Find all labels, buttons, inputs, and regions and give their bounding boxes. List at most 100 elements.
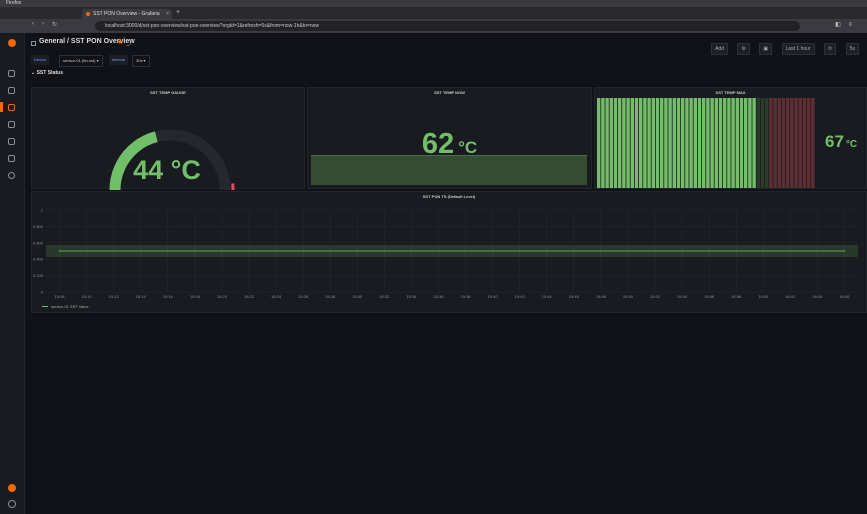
bargauge-cell: [622, 98, 626, 188]
x-tick-label: 15:14: [136, 294, 147, 299]
x-tick-label: 15:28: [325, 294, 336, 299]
data-point: [762, 250, 764, 252]
bargauge-panel[interactable]: SST TEMP MAX 67 °C: [594, 87, 867, 189]
grafana-favicon-icon: [86, 12, 90, 16]
browser-tab[interactable]: SST PON Overview - Grafana ×: [82, 9, 172, 19]
x-tick-label: 15:56: [704, 294, 715, 299]
variable-label-interval: Interval: [109, 55, 129, 65]
y-tick-label: 0.200: [33, 273, 44, 278]
gauge-value: 44 °C: [133, 155, 201, 185]
dashboards-icon[interactable]: [8, 104, 15, 111]
search-icon[interactable]: [8, 70, 15, 77]
dashboard-grid-icon: [31, 41, 36, 46]
bargauge-cell: [727, 98, 731, 188]
bargauge-cell: [765, 98, 769, 188]
bargauge-cell: [718, 98, 723, 188]
data-point: [140, 250, 142, 252]
shield-icon[interactable]: [8, 172, 15, 179]
data-point: [546, 250, 548, 252]
settings-button[interactable]: ⚙: [737, 43, 750, 55]
x-tick-label: 15:58: [731, 294, 742, 299]
row-title[interactable]: ⌄ SST Status: [31, 70, 63, 76]
bargauge-cell: [798, 98, 802, 188]
close-tab-icon[interactable]: ×: [166, 10, 169, 18]
stat-panel[interactable]: SST TEMP NOW 62 °C: [307, 87, 592, 189]
bargauge-cell: [760, 98, 765, 188]
bargauge-cell: [802, 98, 807, 188]
x-tick-label: 15:08: [55, 294, 66, 299]
x-tick-label: 15:44: [542, 294, 553, 299]
help-icon[interactable]: [8, 500, 16, 508]
add-panel-button[interactable]: Add: [711, 43, 728, 55]
x-tick-label: 15:46: [569, 294, 580, 299]
forward-icon[interactable]: ›: [42, 21, 44, 27]
app-name: Firefox: [6, 0, 22, 6]
data-point: [58, 250, 61, 252]
data-point: [221, 250, 223, 252]
variable-label-device: Device: [31, 55, 50, 65]
grafana-logo[interactable]: [8, 39, 16, 47]
bargauge-cell: [651, 98, 655, 188]
bargauge-cell: [748, 98, 752, 188]
data-point: [383, 250, 385, 252]
bargauge-cell: [744, 98, 748, 188]
bargauge-cell: [702, 98, 706, 188]
alerting-icon[interactable]: [8, 138, 15, 145]
y-tick-label: 1: [41, 208, 44, 213]
variable-select-device[interactable]: sensor-01 (ttn-sst) ▾: [59, 55, 103, 67]
x-tick-label: 15:24: [271, 294, 282, 299]
bargauge-cell: [769, 98, 773, 188]
bargauge-cell: [597, 98, 601, 188]
x-tick-label: 15:12: [109, 294, 120, 299]
bargauge-cell: [723, 98, 727, 188]
gauge-panel[interactable]: SST TEMP GAUGE 44 °C: [31, 87, 305, 190]
reload-icon[interactable]: ↻: [52, 21, 57, 28]
bargauge-cell: [786, 98, 790, 188]
extensions-icon[interactable]: ◧ ≡: [835, 21, 855, 28]
star-icon[interactable]: ★: [117, 38, 123, 46]
bargauge-cell: [739, 98, 744, 188]
data-point: [816, 250, 819, 252]
x-tick-label: 15:36: [433, 294, 444, 299]
bargauge-cell: [735, 98, 739, 188]
sidebar: [0, 33, 25, 514]
avatar[interactable]: [8, 484, 16, 492]
data-point: [843, 250, 846, 252]
dashboard-header: General / SST PON Overview ★ ⤴ Add ⚙ ▣ L…: [25, 33, 867, 55]
bargauge-cell: [643, 98, 647, 188]
active-indicator: [0, 102, 3, 112]
data-point: [437, 250, 440, 252]
time-picker[interactable]: Last 1 hour: [781, 43, 815, 55]
browser-toolbar: ‹ › ↻ localhost:3000/d/sst-pon-overview/…: [0, 19, 867, 33]
stat-graph-area: [311, 155, 587, 185]
browser-tabstrip: SST PON Overview - Grafana × +: [0, 7, 867, 19]
x-tick-label: 15:22: [244, 294, 255, 299]
data-point: [248, 250, 250, 252]
refresh-button[interactable]: ⟳: [824, 43, 837, 55]
bargauge-cell: [618, 98, 622, 188]
gear-icon[interactable]: [8, 155, 15, 162]
explore-icon[interactable]: [8, 121, 15, 128]
data-point: [86, 250, 88, 252]
timeseries-panel[interactable]: SST PON TS (Default Level) 1 0.800 0.600 0.…: [31, 191, 867, 313]
x-tick-label: 15:10: [82, 294, 93, 299]
data-point: [573, 250, 575, 252]
bargauge-cell: [655, 98, 660, 188]
back-icon[interactable]: ‹: [32, 21, 34, 27]
chart-legend[interactable]: sensor-01 SST Value: [42, 304, 89, 309]
refresh-interval[interactable]: 5s: [845, 43, 859, 55]
y-tick-label: 0.400: [33, 257, 44, 262]
x-tick-label: 15:30: [352, 294, 363, 299]
x-tick-label: 16:06: [839, 294, 850, 299]
data-point: [492, 250, 494, 252]
variable-select-interval[interactable]: 30s ▾: [132, 55, 150, 67]
bargauge-cell: [790, 98, 794, 188]
y-tick-label: 0: [41, 290, 44, 295]
bargauge-cell: [605, 98, 609, 188]
tv-mode-button[interactable]: ▣: [759, 43, 773, 55]
bargauge-chart: [597, 98, 815, 188]
share-icon[interactable]: ⤴: [126, 38, 133, 48]
new-tab-button[interactable]: +: [176, 9, 180, 16]
address-bar[interactable]: localhost:3000/d/sst-pon-overview/sst-po…: [95, 21, 800, 31]
plus-icon[interactable]: [8, 87, 15, 94]
